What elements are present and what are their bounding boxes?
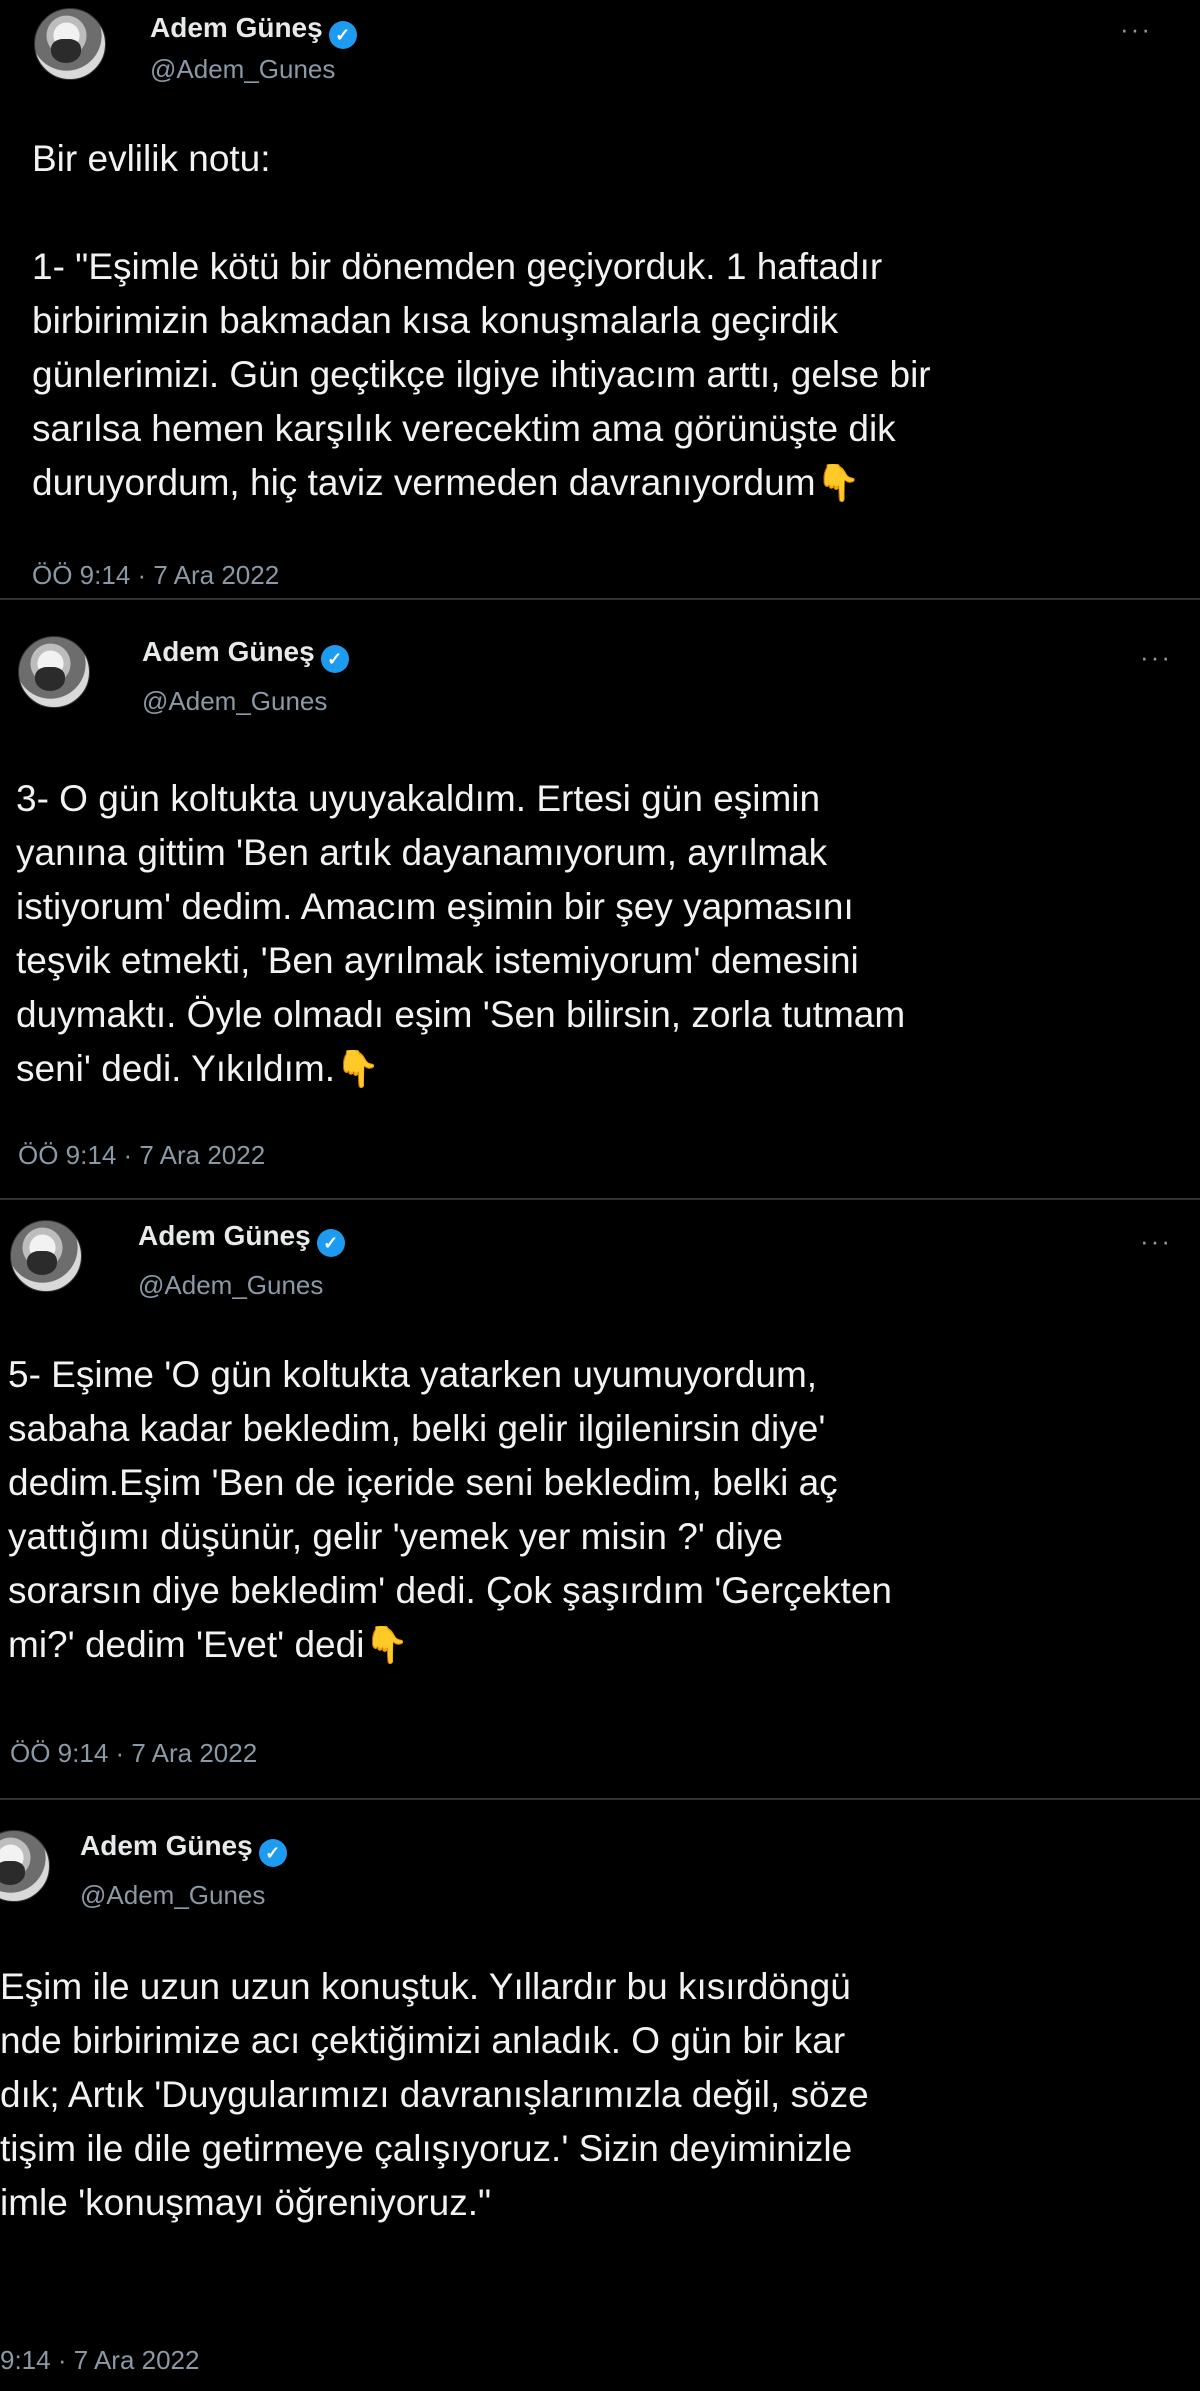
tweet-line: istiyorum' dedim. Amacım eşimin bir şey …	[16, 886, 854, 927]
tweet-line: birbirimizin bakmadan kısa konuşmalarla …	[32, 300, 839, 341]
avatar[interactable]	[0, 1830, 50, 1902]
avatar[interactable]	[34, 8, 106, 80]
author-name[interactable]: Adem Güneş ✓	[80, 1830, 287, 1867]
author-name[interactable]: Adem Güneş ✓	[150, 12, 357, 49]
tweet-line-last: mi?' dedim 'Evet' dedi👇	[8, 1624, 410, 1665]
tweet-line: yattığımı düşünür, gelir 'yemek yer misi…	[8, 1516, 783, 1557]
more-options-icon[interactable]: ···	[1140, 1226, 1172, 1257]
verified-badge-icon: ✓	[316, 1229, 345, 1257]
verified-badge-icon: ✓	[258, 1839, 287, 1867]
avatar[interactable]	[18, 636, 90, 708]
more-options-icon[interactable]: ···	[1120, 14, 1152, 45]
author-name-text: Adem Güneş	[138, 1220, 311, 1251]
tweet-line: imle 'konuşmayı öğreniyoruz."	[0, 2182, 492, 2223]
tweet-line: duymaktı. Öyle olmadı eşim 'Sen bilirsin…	[16, 994, 906, 1035]
verified-badge-icon: ✓	[320, 645, 349, 673]
tweet-timestamp[interactable]: ÖÖ 9:14 · 7 Ara 2022	[10, 1738, 257, 1769]
tweet-text: 3- O gün koltukta uyuyakaldım. Ertesi gü…	[16, 772, 905, 1096]
tweet-line: teşvik etmekti, 'Ben ayrılmak istemiyoru…	[16, 940, 859, 981]
tweet-card-5: Adem Güneş ✓ @Adem_Gunes ··· 5- Eşime 'O …	[0, 1200, 1200, 1800]
tweet-timestamp[interactable]: ÖÖ 9:14 · 7 Ara 2022	[18, 1140, 265, 1171]
tweet-line: 3- O gün koltukta uyuyakaldım. Ertesi gü…	[16, 778, 821, 819]
avatar[interactable]	[10, 1220, 82, 1292]
tweet-line: Eşim ile uzun uzun konuştuk. Yıllardır b…	[0, 1966, 851, 2007]
pointing-down-emoji: 👇	[364, 1624, 410, 1665]
tweet-line: sarılsa hemen karşılık verecektim ama gö…	[32, 408, 896, 449]
author-name-text: Adem Güneş	[142, 636, 315, 667]
tweet-line	[32, 186, 931, 240]
author-name-text: Adem Güneş	[80, 1830, 253, 1861]
tweet-line: günlerimizi. Gün geçtikçe ilgiye ihtiyac…	[32, 354, 931, 395]
tweet-line: sabaha kadar bekledim, belki gelir ilgil…	[8, 1408, 826, 1449]
tweet-line: yanına gittim 'Ben artık dayanamıyorum, …	[16, 832, 828, 873]
tweet-line: Bir evlilik notu:	[32, 138, 271, 179]
author-name-text: Adem Güneş	[150, 12, 323, 43]
author-name[interactable]: Adem Güneş ✓	[142, 636, 349, 673]
tweet-text: Eşim ile uzun uzun konuştuk. Yıllardır b…	[0, 1960, 869, 2230]
pointing-down-emoji: 👇	[334, 1048, 380, 1089]
author-handle[interactable]: @Adem_Gunes	[138, 1270, 323, 1301]
author-handle[interactable]: @Adem_Gunes	[80, 1880, 265, 1911]
tweet-line-last: seni' dedi. Yıkıldım.👇	[16, 1048, 380, 1089]
tweet-line: dedim.Eşim 'Ben de içeride seni bekledim…	[8, 1462, 838, 1503]
pointing-down-emoji: 👇	[815, 462, 861, 503]
tweet-line: 1- "Eşimle kötü bir dönemden geçiyorduk.…	[32, 246, 883, 287]
tweet-timestamp[interactable]: 9:14 · 7 Ara 2022	[0, 2345, 199, 2376]
tweet-card-1: Adem Güneş ✓ @Adem_Gunes ··· Bir evlilik …	[0, 0, 1200, 600]
more-options-icon[interactable]: ···	[1140, 642, 1172, 673]
tweet-text: Bir evlilik notu: 1- "Eşimle kötü bir dö…	[32, 132, 931, 510]
tweet-line: nde birbirimize acı çektiğimizi anladık.…	[0, 2020, 846, 2061]
tweet-line: dık; Artık 'Duygularımızı davranışlarımı…	[0, 2074, 869, 2115]
tweet-line-last: duruyordum, hiç taviz vermeden davranıyo…	[32, 462, 861, 503]
tweet-line: sorarsın diye bekledim' dedi. Çok şaşırd…	[8, 1570, 892, 1611]
author-handle[interactable]: @Adem_Gunes	[142, 686, 327, 717]
tweet-timestamp[interactable]: ÖÖ 9:14 · 7 Ara 2022	[32, 560, 279, 591]
tweet-line: 5- Eşime 'O gün koltukta yatarken uyumuy…	[8, 1354, 818, 1395]
tweet-card-final: Adem Güneş ✓ @Adem_Gunes Eşim ile uzun uz…	[0, 1800, 1200, 2391]
author-handle[interactable]: @Adem_Gunes	[150, 54, 335, 85]
tweet-text: 5- Eşime 'O gün koltukta yatarken uyumuy…	[8, 1348, 892, 1672]
verified-badge-icon: ✓	[328, 21, 357, 49]
author-name[interactable]: Adem Güneş ✓	[138, 1220, 345, 1257]
tweet-line: tişim ile dile getirmeye çalışıyoruz.' S…	[0, 2128, 853, 2169]
tweet-card-3: Adem Güneş ✓ @Adem_Gunes ··· 3- O gün kol…	[0, 600, 1200, 1200]
